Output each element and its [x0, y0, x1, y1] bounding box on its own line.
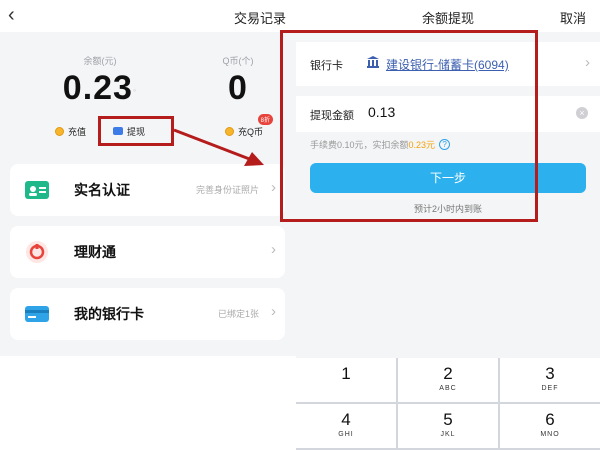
- key-digit: 6: [545, 410, 555, 429]
- card-subtitle: 完善身份证照片: [195, 185, 259, 195]
- card-title: 实名认证: [74, 182, 130, 198]
- wallet-panel: ‹ 交易记录 余额(元) 0.23◦ Q币(个) 0 充值 提现 充Q币 8折: [0, 0, 296, 450]
- wallet-footer-area: [0, 356, 296, 450]
- card-bank[interactable]: 我的银行卡 已绑定1张 ›: [10, 288, 285, 340]
- annotation-arrow-icon: [173, 128, 264, 166]
- chevron-right-icon: ›: [271, 179, 276, 196]
- wallet-header: ‹ 交易记录: [0, 0, 296, 32]
- balance-value: 0.23◦: [62, 69, 138, 107]
- page-title: 余额提现: [421, 11, 474, 26]
- clear-icon[interactable]: ×: [576, 107, 588, 119]
- qcoin-value: 0: [228, 69, 248, 107]
- key-digit: 5: [443, 410, 453, 429]
- key-letters: MNO: [540, 431, 560, 438]
- card-wealth[interactable]: 理财通 ›: [10, 226, 285, 278]
- wealth-icon: [26, 241, 48, 263]
- withdraw-header: 余额提现 取消: [296, 0, 600, 32]
- bank-card-icon: [25, 306, 49, 322]
- chevron-right-icon: ›: [271, 303, 276, 320]
- key-digit: 4: [341, 410, 351, 429]
- key-digit: 1: [341, 364, 351, 383]
- balance-label: 余额(元): [83, 56, 117, 66]
- key-3[interactable]: 3 DEF: [500, 358, 600, 402]
- qcoin-column: Q币(个) 0: [200, 54, 276, 108]
- transactions-link[interactable]: 交易记录: [234, 8, 286, 27]
- card-title: 我的银行卡: [74, 306, 144, 322]
- key-5[interactable]: 5 JKL: [398, 404, 498, 448]
- chevron-right-icon: ›: [585, 54, 590, 71]
- qcoin-label: Q币(个): [222, 56, 254, 66]
- withdraw-highlight-box: [98, 116, 174, 146]
- coin-icon: [55, 126, 64, 136]
- key-digit: 2: [443, 364, 453, 383]
- recharge-button[interactable]: 充值: [55, 124, 86, 138]
- key-2[interactable]: 2 ABC: [398, 358, 498, 402]
- cancel-button[interactable]: 取消: [560, 8, 586, 27]
- key-1[interactable]: 1: [296, 358, 396, 402]
- card-title: 理财通: [74, 244, 116, 260]
- key-letters: DEF: [541, 385, 559, 392]
- card-subtitle: 已绑定1张: [217, 309, 259, 319]
- id-card-icon: [25, 181, 49, 199]
- back-icon[interactable]: ‹: [8, 4, 28, 26]
- key-letters: ABC: [439, 385, 457, 392]
- numeric-keypad: 1 2 ABC 3 DEF 4 GHI 5 JKL 6 MNO: [296, 358, 600, 450]
- key-4[interactable]: 4 GHI: [296, 404, 396, 448]
- key-letters: JKL: [440, 431, 456, 438]
- chevron-right-icon: ›: [271, 241, 276, 258]
- balance-column: 余额(元) 0.23◦: [60, 54, 140, 108]
- recharge-label: 充值: [68, 126, 87, 137]
- key-letters: GHI: [338, 431, 354, 438]
- key-6[interactable]: 6 MNO: [500, 404, 600, 448]
- eye-icon[interactable]: ◦: [133, 85, 137, 95]
- key-digit: 3: [545, 364, 555, 383]
- withdraw-form-highlight-box: [280, 30, 538, 222]
